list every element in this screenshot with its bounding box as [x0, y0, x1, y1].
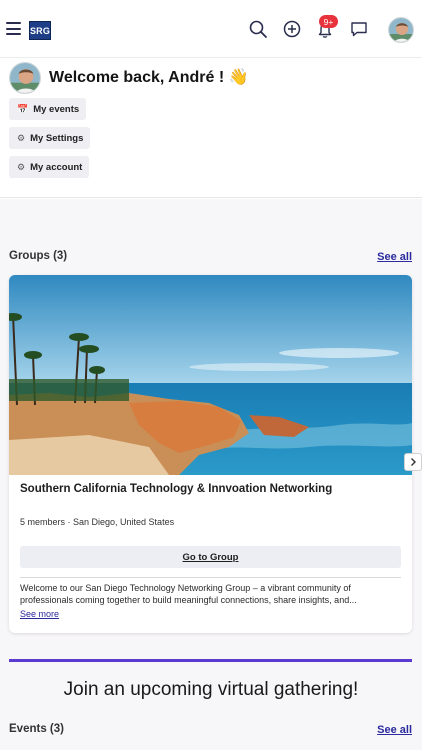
- chevron-right-icon: [411, 458, 416, 466]
- divider: [20, 577, 401, 578]
- user-avatar[interactable]: [9, 62, 41, 94]
- top-bar: SRG 9+: [0, 0, 422, 58]
- group-description: Welcome to our San Diego Technology Netw…: [20, 583, 357, 605]
- logo[interactable]: SRG: [29, 21, 51, 40]
- go-to-group-button[interactable]: Go to Group: [20, 546, 401, 568]
- my-settings-label: My Settings: [30, 132, 84, 144]
- group-card[interactable]: Southern California Technology & Innvoat…: [9, 275, 412, 633]
- my-account-button[interactable]: ⚙ My account: [9, 156, 90, 178]
- my-settings-button[interactable]: ⚙ My Settings: [9, 127, 91, 149]
- carousel-next-button[interactable]: [404, 453, 422, 471]
- see-more-link[interactable]: See more: [20, 609, 59, 619]
- avatar[interactable]: [388, 17, 414, 43]
- add-circle-icon[interactable]: [282, 19, 302, 39]
- gear-icon: ⚙: [17, 161, 26, 172]
- search-icon[interactable]: [248, 19, 268, 39]
- events-see-all-link[interactable]: See all: [377, 724, 412, 736]
- my-account-label: My account: [30, 161, 83, 173]
- my-events-button[interactable]: 📅 My events: [9, 98, 87, 120]
- main-content: Groups (3) See all Southern California T…: [0, 199, 422, 750]
- group-title[interactable]: Southern California Technology & Innvoat…: [20, 483, 400, 495]
- notification-badge: 9+: [319, 15, 338, 28]
- calendar-icon: 📅: [17, 103, 29, 114]
- groups-title: Groups (3): [9, 250, 68, 262]
- events-title: Events (3): [9, 723, 64, 735]
- settings-icon: ⚙: [17, 132, 26, 143]
- welcome-section: Welcome back, André ! 👋 📅 My events ⚙ My…: [0, 58, 422, 198]
- my-events-label: My events: [33, 103, 80, 115]
- menu-icon[interactable]: [6, 22, 21, 35]
- group-meta: 5 members · San Diego, United States: [20, 517, 175, 527]
- chat-icon[interactable]: [349, 19, 369, 39]
- virtual-gathering-title: Join an upcoming virtual gathering!: [63, 679, 359, 700]
- welcome-title: Welcome back, André ! 👋: [49, 69, 249, 86]
- accent-divider: [9, 659, 412, 662]
- group-cover-image: [9, 275, 412, 475]
- groups-see-all-link[interactable]: See all: [377, 251, 412, 263]
